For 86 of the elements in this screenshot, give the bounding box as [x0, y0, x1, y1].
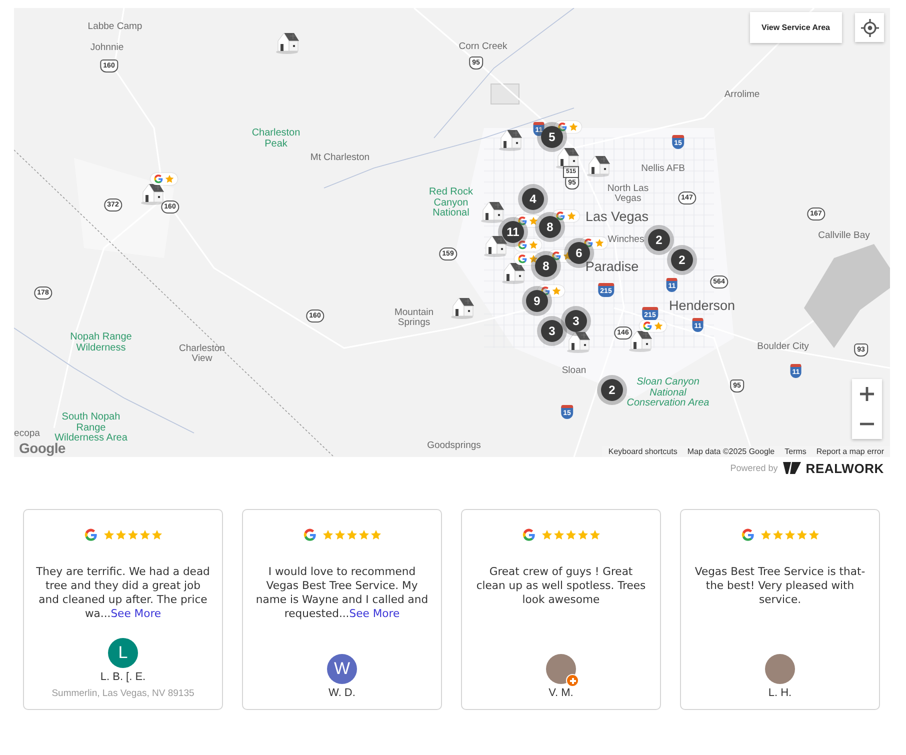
star-icon [588, 529, 600, 541]
house-icon[interactable] [565, 329, 591, 353]
star-icon [784, 529, 796, 541]
photo-placeholder [765, 654, 795, 684]
house-icon[interactable] [585, 153, 611, 177]
place-label: Sloan [562, 366, 586, 376]
place-label: Winches [608, 235, 644, 245]
star-icon [346, 529, 358, 541]
google-logo-icon [302, 528, 316, 542]
place-label: Nellis AFB [641, 164, 685, 174]
google-logo-icon [84, 528, 98, 542]
reviewer-name: W. D. [328, 687, 356, 699]
google-rating-icon[interactable] [514, 239, 542, 251]
house-icon[interactable] [449, 295, 475, 319]
locate-button[interactable] [855, 13, 884, 42]
place-label: Boulder City [757, 342, 809, 352]
photo-placeholder [546, 654, 576, 684]
place-label: Charleston View [178, 344, 226, 364]
reviewer-name: L. H. [768, 687, 792, 699]
view-service-area-button[interactable]: View Service Area [750, 12, 842, 43]
review-text: They are terrific. We had a dead tree and they did a great job and cleaned up after. The price wa...See More [36, 565, 210, 621]
attribution-link[interactable]: Terms [784, 447, 806, 456]
review-text: Vegas Best Tree Service is that- the best! Very pleased with service. [694, 565, 866, 607]
zoom-out-button[interactable] [852, 409, 882, 439]
place-label: Henderson [668, 298, 736, 314]
star-icon [576, 529, 588, 541]
place-label: Charleston Peak [250, 128, 302, 150]
place-label: Mt Charleston [310, 153, 370, 163]
house-icon[interactable] [627, 328, 653, 352]
star-icon [564, 529, 576, 541]
place-label: Las Vegas [585, 210, 649, 224]
place-label: ecopa [14, 429, 40, 439]
star-icon [126, 529, 138, 541]
place-label: Goodsprings [427, 441, 481, 451]
place-label: North Las Vegas [606, 184, 650, 204]
avatar: L [108, 638, 138, 668]
house-icon[interactable] [139, 181, 165, 205]
brand-name: REALWORK [806, 460, 884, 476]
place-label: Mountain Springs [393, 308, 435, 328]
star-icon [114, 529, 126, 541]
star-icon [552, 529, 564, 541]
powered-by-label: Powered by [730, 463, 778, 473]
review-text: I would love to recommend Vegas Best Tree Service. My name is Wayne and I called and requested...See More [255, 565, 429, 621]
see-more-link[interactable]: See More [349, 607, 400, 620]
star-icon [358, 529, 370, 541]
house-icon[interactable] [500, 260, 526, 284]
star-icon [102, 529, 114, 541]
reviewer-name: V. M. [548, 687, 574, 699]
place-label: Nopah Range Wilderness [69, 332, 133, 354]
reviewer-name: L. B. [. E. [100, 671, 146, 683]
attribution-link[interactable]: Map data ©2025 Google [687, 447, 775, 456]
brand-logo-icon [782, 462, 801, 474]
reviewer-location: Summerlin, Las Vegas, NV 89135 [52, 688, 194, 699]
place-label: Callville Bay [818, 231, 870, 241]
place-label: Sloan Canyon National Conservation Area [626, 377, 710, 409]
star-icon [370, 529, 382, 541]
place-label: Corn Creek [458, 42, 508, 52]
restricted-area [490, 84, 520, 104]
house-icon[interactable] [554, 145, 580, 169]
star-icon [138, 529, 150, 541]
plus-icon [860, 387, 874, 401]
star-icon [808, 529, 820, 541]
google-logo-icon [740, 528, 754, 542]
house-icon[interactable] [497, 127, 523, 151]
zoom-in-button[interactable] [852, 379, 882, 409]
star-icon [150, 529, 162, 541]
review-text: Great crew of guys ! Great clean up as well spotless. Trees look awesome [475, 565, 647, 607]
locate-icon [860, 18, 878, 36]
place-label: Red Rock Canyon National [428, 187, 474, 219]
star-icon [540, 529, 552, 541]
star-icon [760, 529, 772, 541]
star-icon [334, 529, 346, 541]
star-icon [772, 529, 784, 541]
place-label: Labbe Camp [88, 22, 142, 32]
house-icon[interactable] [274, 30, 300, 54]
see-more-link[interactable]: See More [110, 607, 162, 620]
house-icon[interactable] [479, 199, 505, 223]
avatar: W [327, 654, 357, 684]
place-label: Johnnie [90, 43, 124, 53]
google-logo-icon [522, 528, 536, 542]
star-icon [322, 529, 334, 541]
attribution-link[interactable]: Report a map error [816, 447, 884, 456]
place-label: Arrolime [724, 90, 760, 100]
attribution-link[interactable]: Keyboard shortcuts [608, 447, 678, 456]
house-icon[interactable] [482, 233, 508, 257]
star-icon [796, 529, 808, 541]
